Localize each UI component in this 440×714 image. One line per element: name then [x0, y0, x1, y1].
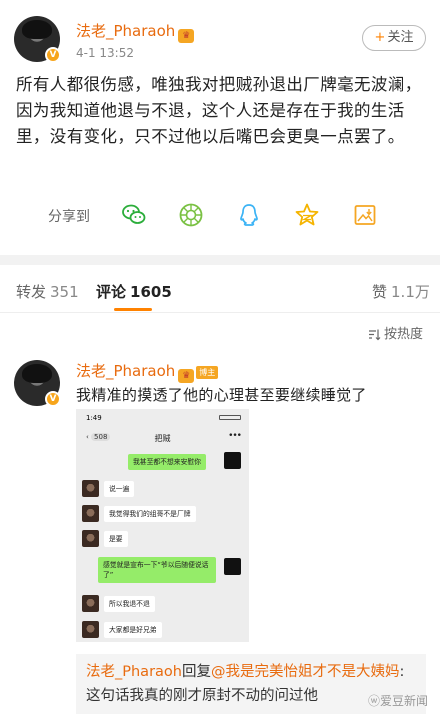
chat-message: 我觉得我们的组哥不是厂牌: [104, 506, 196, 522]
tab-likes-count: 1.1万: [391, 283, 430, 301]
plus-icon: +: [374, 30, 386, 45]
follow-button-label: 关注: [387, 30, 414, 45]
verified-icon: V: [45, 47, 61, 63]
qq-icon[interactable]: [236, 202, 262, 228]
chat-message: 所以我退不退: [104, 596, 155, 612]
reply-verb: 回复: [181, 664, 211, 680]
crown-icon: ♛: [178, 29, 195, 43]
tab-reposts-label: 转发: [16, 283, 47, 301]
chat-avatar-other: [82, 595, 99, 612]
chat-avatar-self: [224, 558, 241, 575]
chat-message: 我甚至都不想来安慰你: [128, 454, 206, 470]
tab-reposts-count: 351: [50, 283, 79, 301]
avatar-hair: [22, 19, 52, 39]
reply-username[interactable]: 法老_Pharaoh: [86, 664, 182, 680]
tab-likes[interactable]: 赞 1.1万: [372, 281, 430, 302]
comment-username[interactable]: 法老_Pharaoh ♛ 博主: [76, 360, 219, 383]
post-username-text[interactable]: 法老_Pharaoh: [76, 22, 175, 40]
comment-username-text[interactable]: 法老_Pharaoh: [76, 362, 175, 380]
active-tab-indicator: [114, 308, 152, 311]
interaction-tabs: 转发 351 评论 1605 赞 1.1万: [0, 265, 440, 313]
weibo-logo-icon: ⓦ: [367, 694, 380, 708]
chat-avatar-other: [82, 480, 99, 497]
comment-text: 我精准的摸透了他的心理甚至要继续睡觉了: [76, 386, 367, 404]
comment-avatar[interactable]: V: [14, 360, 61, 407]
crown-icon: ♛: [178, 369, 195, 383]
share-label: 分享到: [48, 209, 90, 225]
tab-comments-label: 评论: [96, 283, 127, 301]
avatar-hair: [22, 363, 52, 383]
sort-label: 按热度: [384, 327, 424, 342]
qzone-icon[interactable]: [294, 202, 320, 228]
tab-comments[interactable]: 评论 1605: [96, 281, 172, 302]
watermark-text: 爱豆新闻: [379, 694, 428, 708]
section-divider: [0, 255, 440, 265]
sort-by-hot-button[interactable]: 按热度: [368, 323, 423, 342]
watermark: ⓦ爱豆新闻: [368, 692, 428, 709]
chat-message: 是要: [104, 531, 128, 547]
sort-icon: [369, 329, 381, 341]
chat-title: 把贼: [154, 434, 171, 443]
post-time: 4-1 13:52: [76, 46, 134, 60]
more-icon: •••: [228, 431, 242, 441]
post-username[interactable]: 法老_Pharaoh ♛: [76, 20, 195, 43]
comment-image-chat-screenshot[interactable]: 1:49 ‹ 508 把贼 ••• 我甚至都不想来安慰你 说一遍 我觉得我们的组…: [76, 409, 249, 642]
chat-avatar-other: [82, 505, 99, 522]
chat-avatar-other: [82, 530, 99, 547]
verified-icon: V: [45, 391, 61, 407]
tab-comments-count: 1605: [130, 283, 172, 301]
author-badge: 博主: [196, 366, 219, 379]
battery-icon: [219, 415, 241, 420]
chat-avatar-self: [224, 452, 241, 469]
reply-mention[interactable]: @我是完美怡姐才不是大姨妈: [211, 664, 400, 680]
chat-avatar-other: [82, 621, 99, 638]
share-row: 分享到: [0, 194, 440, 236]
chat-status-time: 1:49: [86, 414, 102, 422]
chat-message: 大家都是好兄弟: [104, 622, 162, 638]
tab-reposts[interactable]: 转发 351: [16, 281, 79, 302]
chat-topbar: ‹ 508 把贼 •••: [76, 431, 249, 445]
save-image-icon[interactable]: [352, 202, 378, 228]
wechat-icon[interactable]: [121, 202, 147, 228]
tab-likes-label: 赞: [372, 283, 388, 301]
post-header: V 法老_Pharaoh ♛ 4-1 13:52 + 关注: [0, 0, 440, 66]
post-text: 所有人都很伤感，唯独我对把贼孙退出厂牌毫无波澜，因为我知道他退与不退，这个人还是…: [16, 75, 422, 146]
follow-button[interactable]: + 关注: [362, 25, 426, 51]
chat-message: 感觉就是宣布一下“爷以后随便说话了”: [98, 557, 216, 583]
moments-icon[interactable]: [178, 202, 204, 228]
avatar[interactable]: V: [14, 16, 61, 63]
chat-message: 说一遍: [104, 481, 135, 497]
